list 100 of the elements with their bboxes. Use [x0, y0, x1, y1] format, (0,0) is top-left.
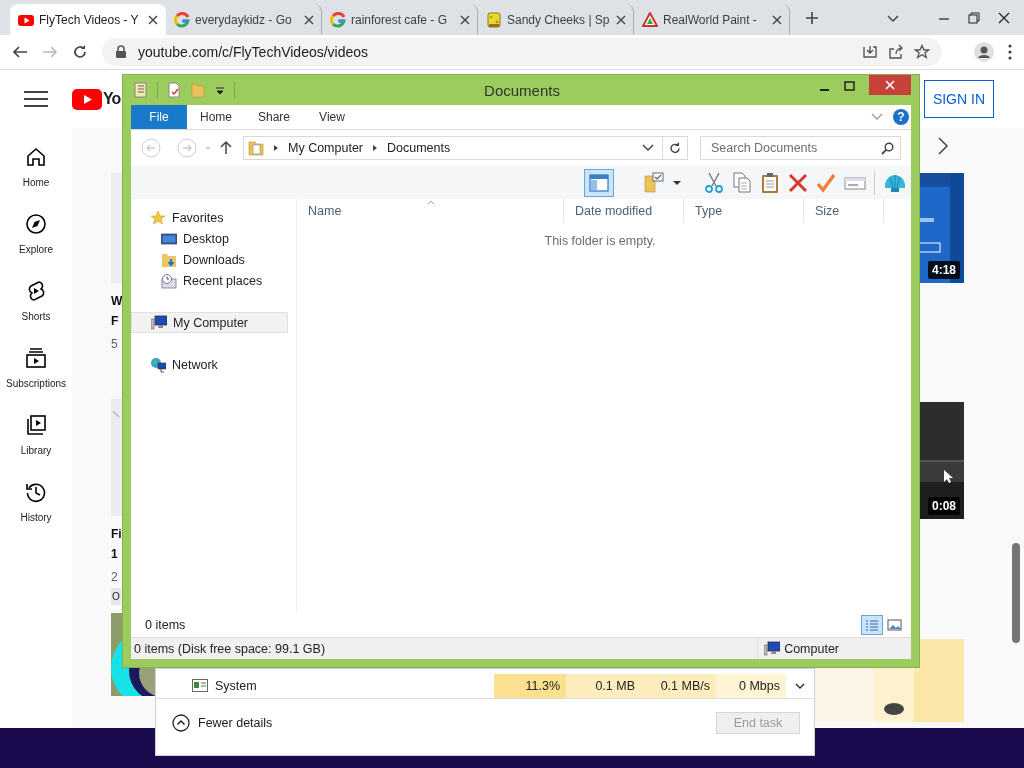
site-logo[interactable]: Yo [72, 88, 121, 110]
search-icon[interactable] [881, 141, 894, 155]
usage-cell: 0.1 MB [566, 674, 641, 698]
ribbon-tab[interactable]: View [303, 105, 361, 129]
chevron-down-icon[interactable] [642, 142, 654, 154]
install-icon[interactable] [862, 44, 878, 60]
close-icon[interactable] [998, 11, 1010, 24]
folder-icon [248, 140, 264, 156]
file-tab[interactable]: File [131, 105, 187, 129]
close-icon [885, 80, 895, 90]
address-field[interactable]: My Computer Documents [243, 136, 688, 160]
process-name[interactable]: System [215, 679, 257, 693]
video-title[interactable]: W [111, 291, 123, 311]
collapse-icon[interactable] [172, 714, 190, 732]
multicolor-ring-icon [330, 11, 346, 28]
usage-cell: 0 Mbps [716, 674, 786, 698]
profile-icon[interactable] [974, 42, 994, 62]
browser-tab[interactable]: FlyTech Videos - Y [10, 4, 166, 35]
sign-in-button[interactable]: SIGN IN [923, 80, 994, 118]
scrollbar-thumb[interactable] [1012, 543, 1020, 643]
scissors-icon[interactable] [704, 171, 724, 194]
share-icon[interactable] [888, 44, 904, 60]
sidebar-item[interactable]: History [0, 480, 72, 523]
close-button[interactable] [869, 75, 911, 95]
search-field[interactable]: Search Documents [700, 136, 901, 160]
delete-icon[interactable] [788, 171, 808, 194]
network-icon [150, 356, 166, 373]
nav-item[interactable]: Favorites [131, 207, 288, 228]
computer-icon [764, 640, 781, 657]
close-icon[interactable] [771, 13, 783, 26]
sidebar-item[interactable]: Shorts [0, 279, 72, 322]
chip[interactable]: O [111, 588, 121, 605]
nav-item[interactable]: Recent places [131, 270, 288, 291]
triangle-logo-icon [642, 11, 658, 28]
close-icon[interactable] [459, 13, 471, 26]
search-input[interactable]: Search Documents [709, 140, 881, 156]
close-icon[interactable] [147, 13, 159, 26]
sidebar-item[interactable]: Explore [0, 212, 72, 255]
video-meta: 5 [111, 337, 118, 351]
video-title[interactable]: 1 [111, 544, 118, 564]
breadcrumb[interactable]: My Computer [288, 141, 364, 155]
video-title[interactable]: Fi [111, 524, 122, 544]
lock-icon [114, 45, 128, 59]
chevron-right-icon[interactable] [936, 136, 950, 156]
sidebar-item[interactable]: Home [0, 145, 72, 188]
usage-cell: 11.3% [494, 674, 566, 698]
back-icon[interactable] [12, 44, 28, 60]
maximize-icon[interactable] [844, 81, 855, 92]
duration-badge: 0:08 [927, 497, 960, 515]
sidebar-item[interactable]: Subscriptions [0, 346, 72, 389]
menu-icon[interactable] [24, 89, 48, 109]
nav-item[interactable]: Desktop [131, 228, 288, 249]
column-header[interactable]: Date modified [564, 199, 684, 223]
new-document-icon[interactable] [166, 82, 182, 98]
refresh-icon[interactable] [669, 142, 681, 154]
multicolor-ring-icon [174, 11, 190, 28]
nav-item[interactable]: My Computer [131, 312, 288, 333]
nav-item[interactable]: Network [131, 354, 288, 375]
checkmark-icon[interactable] [816, 171, 836, 194]
help-button[interactable]: ? [893, 109, 909, 125]
nav-item[interactable]: Downloads [131, 249, 288, 270]
sidebar-item[interactable]: Library [0, 413, 72, 456]
up-arrow-icon[interactable] [219, 140, 233, 156]
copy-icon[interactable] [732, 171, 752, 194]
browser-tab[interactable]: RealWorld Paint - [634, 4, 790, 35]
column-header[interactable]: Name [297, 199, 564, 223]
library-icon [24, 413, 48, 437]
star-icon [150, 209, 166, 226]
desktop-icon [161, 230, 177, 247]
breadcrumb[interactable]: Documents [387, 141, 451, 155]
browser-tab[interactable]: rainforest cafe - G [322, 4, 478, 35]
browser-tab[interactable]: everydaykidz - Go [166, 4, 322, 35]
dropdown-caret-icon[interactable] [214, 84, 226, 96]
ribbon-tab[interactable]: Home [187, 105, 245, 129]
restore-icon[interactable] [968, 11, 980, 24]
reload-icon[interactable] [72, 44, 88, 60]
kebab-menu-icon[interactable] [1008, 44, 1012, 60]
ribbon-tab[interactable]: Share [245, 105, 303, 129]
thumbnails-view-icon [886, 618, 902, 632]
folder-check-icon[interactable] [644, 171, 664, 194]
column-header[interactable]: Size [804, 199, 884, 223]
star-outline-icon[interactable] [914, 44, 930, 60]
browser-tab[interactable]: Sandy Cheeks | Sp [478, 4, 634, 35]
home-icon [24, 145, 48, 169]
preview-pane-button[interactable] [584, 168, 614, 197]
close-icon[interactable] [615, 13, 627, 26]
plus-icon[interactable] [804, 9, 820, 26]
video-title[interactable]: F [111, 311, 119, 331]
window-app-icon [192, 678, 208, 694]
compass-icon [24, 212, 48, 236]
fewer-details-link[interactable]: Fewer details [198, 716, 273, 730]
address-bar[interactable]: youtube.com/c/FlyTechVideos/videos [102, 38, 942, 66]
column-header[interactable]: Type [684, 199, 804, 223]
sort-caret-icon [427, 199, 435, 205]
close-icon[interactable] [303, 13, 315, 26]
item-count: 0 items [145, 618, 186, 632]
duration-badge: 4:18 [927, 261, 960, 279]
clipboard-icon[interactable] [760, 171, 780, 194]
chevron-down-icon[interactable] [794, 680, 806, 692]
subscriptions-icon [24, 346, 48, 370]
